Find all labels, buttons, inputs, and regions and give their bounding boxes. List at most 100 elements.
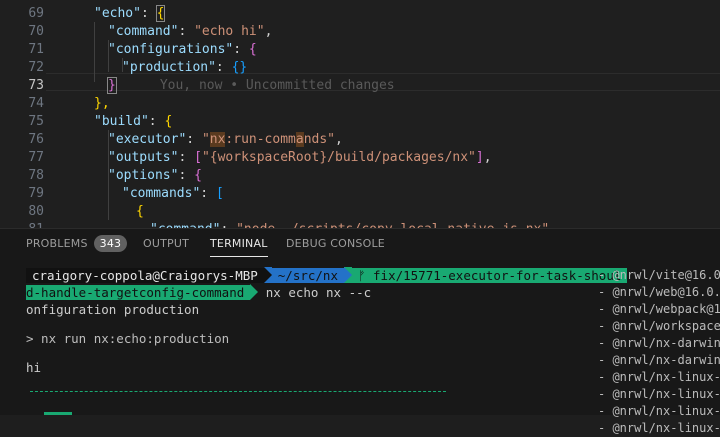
prompt-user: craigory-coppola@Craigorys-MBP [26,268,264,283]
line-code: }, [94,95,110,113]
code-token: : [215,60,232,75]
code-token: "build" [94,114,149,129]
terminal-command: nx echo nx --c [265,285,372,300]
tab-debug-console[interactable]: DEBUG CONSOLE [286,229,385,259]
prompt-branch: ᚠ fix/15771-executor-for-task-shoul [352,268,628,283]
dependency-list-item: - @nrwl/nx-linux-a [598,370,720,384]
code-token: "nx:run-commands" [202,132,335,147]
tab-problems-label: PROBLEMS [26,237,88,250]
code-token: : [186,132,202,147]
dependency-list-item: - @nrwl/vite@16.0. [598,268,720,282]
line-code: "build": { [94,113,172,131]
code-token: : [148,114,165,129]
tab-terminal[interactable]: TERMINAL [210,229,268,259]
code-token: "executor" [108,132,187,147]
code-token: }, [94,96,110,111]
indent-guide [122,58,123,72]
code-token: [ [215,186,224,201]
prompt-branch-continued: d-handle-targetconfig-command [26,285,251,300]
line-number: 69 [28,6,44,21]
line-code: "command": "echo hi", [108,23,272,41]
code-token: "echo" [94,6,141,21]
dependency-list-item: - @nrwl/webpack@16 [598,302,720,316]
code-editor[interactable]: 69 "echo": {70 "command": "echo hi", 71 "con… [0,0,720,228]
terminal-output: hi [26,360,42,375]
tab-terminal-label: TERMINAL [210,237,268,250]
code-token: "echo hi" [194,24,265,39]
line-number: 73 [28,78,44,93]
dependency-list-item: - @nrwl/nx-linux-a [598,387,720,401]
line-code: "options": { [108,167,202,185]
code-line: 69 "echo": { [0,5,720,23]
line-number: 72 [28,60,44,75]
code-token: { [194,168,202,183]
code-token: : [178,168,195,183]
line-number: 81 [0,221,44,228]
code-token: "configurations" [108,42,234,57]
code-token: "commands" [122,186,201,201]
line-number: 71 [28,42,44,57]
code-token: "options" [108,168,179,183]
tab-output[interactable]: OUTPUT [143,229,189,259]
code-token: : [233,42,249,57]
indent-guide [108,130,109,220]
line-code: } You, now • Uncommitted changes [107,77,395,95]
code-token: : [200,186,216,201]
tab-debug-console-label: DEBUG CONSOLE [286,237,385,250]
line-number: 74 [28,96,44,111]
dependency-list-item: - @nrwl/web@16.0.1 [598,285,720,299]
line-number: 80 [28,204,44,219]
code-token-part: nds" [303,132,336,147]
line-code: "echo": { [94,5,166,23]
code-line: 74}, [0,95,720,113]
code-token-part: nx [209,132,226,147]
dependency-list-item: - @nrwl/nx-linux-x [598,421,720,435]
prompt-separator [344,267,352,283]
terminal-right-pane[interactable]: - @nrwl/vite@16.0. - @nrwl/web@16.0.1 - @n… [598,267,720,437]
terminal-command-wrap: onfiguration production [26,302,200,317]
code-token: "command" [108,24,179,39]
code-token: { [248,42,257,57]
code-token: { [136,204,144,219]
line-code: "commands": [ [122,185,224,203]
dependency-list-item: - @nrwl/nx-darwin- [598,353,720,367]
code-token: : [178,24,195,39]
code-token: { [155,5,166,22]
terminal-divider [30,391,446,392]
code-token-part: " [201,132,210,147]
code-token: , [335,132,343,147]
line-code: "production": {} [122,59,247,77]
tab-problems[interactable]: PROBLEMS 343 [26,229,128,259]
line-code: "outputs": ["{workspaceRoot}/build/packa… [108,149,492,167]
line-number: 79 [28,186,44,201]
line-code: "configurations": { [108,41,257,59]
code-token: "outputs" [108,150,179,165]
code-token: , [264,24,273,39]
line-number: 78 [28,168,44,183]
code-token: "{workspaceRoot}/build/packages/nx" [201,150,476,165]
dependency-list-item: - @nrwl/workspace@ [598,319,720,333]
problems-count-badge: 343 [93,235,128,252]
dependency-list-item: - @nrwl/nx-darwin- [598,336,720,350]
code-token: : [178,150,195,165]
dependency-list-item: - @nrwl/nx-linux-a [598,404,720,418]
line-number: 75 [28,114,44,129]
indent-guide [94,22,95,82]
code-token-part: :run-comm [225,132,296,147]
code-token: ] [475,150,484,165]
tab-output-label: OUTPUT [143,237,190,250]
prompt-path: ~/src/nx [271,268,344,283]
terminal-prompt-line-2: d-handle-targetconfig-command nx echo nx… [26,284,371,301]
prompt-separator [263,267,272,283]
indent-guide [108,40,109,72]
line-number: 77 [28,150,44,165]
bottom-panel: PROBLEMS 343 OUTPUT TERMINAL DEBUG CONSOL… [0,228,720,435]
panel-tabs: PROBLEMS 343 OUTPUT TERMINAL DEBUG CONSOL… [0,229,720,259]
line-code: "executor": "nx:run-commands", [108,131,343,149]
line-code: "command": "node ./scripts/copy-local-na… [150,221,549,228]
code-token-part: a [295,132,304,147]
git-blame-annotation: You, now • Uncommitted changes [159,78,395,93]
code-line: 70 "command": "echo hi", [0,23,720,41]
terminal-run-line: > nx run nx:echo:production [26,331,230,346]
line-number: 76 [28,132,44,147]
